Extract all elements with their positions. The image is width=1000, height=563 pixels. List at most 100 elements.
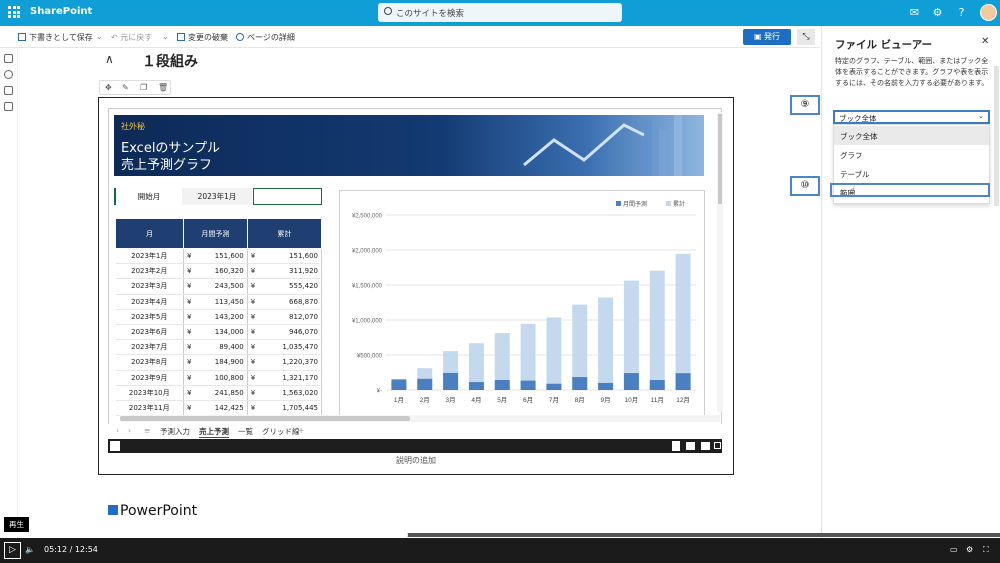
table-cell[interactable]: ¥668,870 — [247, 294, 323, 310]
tab-gridlines[interactable]: グリッド線 — [262, 426, 300, 437]
table-cell[interactable]: ¥151,600 — [247, 248, 323, 265]
caption-input[interactable]: 説明の追加 — [98, 455, 734, 466]
table-cell[interactable]: 2023年2月 — [115, 263, 184, 280]
avatar[interactable] — [980, 4, 997, 21]
sheet-list-icon[interactable]: ≡ — [144, 426, 150, 435]
table-cell[interactable]: 2023年5月 — [115, 309, 184, 325]
comment-icon[interactable] — [4, 54, 13, 63]
table-cell[interactable]: ¥1,705,445 — [247, 400, 323, 416]
duplicate-icon[interactable] — [4, 86, 13, 95]
table-cell[interactable]: ¥812,070 — [247, 309, 323, 325]
collapse-icon[interactable]: ⤡ — [797, 29, 815, 45]
cell-value: 160,320 — [214, 267, 244, 276]
currency-symbol: ¥ — [250, 373, 256, 382]
table-cell[interactable]: ¥1,035,470 — [247, 339, 323, 356]
table-cell[interactable]: ¥160,320 — [183, 263, 248, 280]
table-cell[interactable]: ¥142,425 — [183, 400, 248, 416]
table-cell[interactable]: 2023年7月 — [115, 339, 184, 356]
table-cell[interactable]: 2023年9月 — [115, 370, 184, 386]
panel-scrollbar[interactable] — [994, 66, 999, 206]
table-cell[interactable]: ¥100,800 — [183, 370, 248, 386]
save-dropdown-chevron-icon[interactable]: ⌄ — [96, 32, 103, 41]
table-cell[interactable]: ¥134,000 — [183, 324, 248, 341]
search-input[interactable]: このサイトを検索 — [378, 3, 622, 22]
table-cell[interactable]: ¥946,070 — [247, 324, 323, 341]
stats-icon[interactable] — [701, 442, 710, 450]
collapse-section-chevron-icon[interactable]: ∧ — [105, 52, 114, 66]
table-cell[interactable]: 2023年4月 — [115, 294, 184, 310]
move-icon[interactable]: ✥ — [105, 83, 112, 92]
table-cell[interactable]: ¥151,600 — [183, 248, 248, 265]
close-icon[interactable]: ✕ — [981, 36, 989, 47]
move-icon[interactable] — [4, 70, 13, 79]
tab-list[interactable]: 一覧 — [238, 426, 253, 437]
table-cell[interactable]: ¥1,220,370 — [247, 354, 323, 371]
cell-value: 946,070 — [289, 328, 318, 337]
copy-icon[interactable] — [686, 442, 695, 450]
table-cell[interactable]: ¥243,500 — [183, 278, 248, 295]
start-month-value[interactable]: 2023年1月 — [182, 188, 252, 205]
banner-subtitle: 売上予測グラフ — [121, 158, 213, 173]
save-icon — [18, 33, 26, 41]
prev-sheet-icon[interactable]: ‹ — [116, 426, 119, 435]
sheet-horizontal-scrollbar[interactable] — [120, 415, 720, 422]
table-cell[interactable]: 2023年1月 — [115, 248, 184, 265]
captions-icon[interactable]: ▭ — [950, 545, 958, 554]
option-table[interactable]: テーブル — [834, 164, 989, 183]
table-cell[interactable]: ¥241,850 — [183, 385, 248, 401]
table-cell[interactable]: 2023年11月 — [115, 400, 184, 416]
download-icon[interactable] — [672, 441, 680, 451]
gear-icon[interactable]: ⚙ — [931, 6, 944, 19]
help-icon[interactable]: ? — [955, 6, 968, 19]
table-row: 2023年11月 ¥142,425 ¥1,705,445 — [115, 400, 323, 416]
forecast-chart[interactable]: ¥- ¥500,000 ¥1,000,000 ¥1,500,000 ¥2,000,000… — [339, 190, 705, 417]
play-button[interactable]: ▷ — [4, 542, 21, 559]
app-launcher-icon[interactable] — [8, 6, 20, 18]
fullscreen-icon[interactable]: ⛶ — [983, 545, 989, 555]
cell-value: 142,425 — [214, 403, 244, 412]
powerpoint-heading-text: PowerPoint — [120, 503, 198, 519]
settings-icon[interactable]: ⚙ — [966, 545, 973, 554]
table-cell[interactable]: ¥311,920 — [247, 263, 323, 280]
page-details-button[interactable]: ページの詳細 — [236, 32, 295, 43]
sheet-vertical-scrollbar[interactable] — [717, 112, 723, 412]
brand-name[interactable]: SharePoint — [30, 6, 92, 17]
megaphone-icon[interactable]: ✉ — [908, 6, 921, 19]
video-progress[interactable] — [0, 531, 1000, 539]
table-cell[interactable]: 2023年3月 — [115, 278, 184, 295]
table-cell[interactable]: ¥1,563,020 — [247, 385, 323, 401]
next-sheet-icon[interactable]: › — [128, 426, 131, 435]
scroll-thumb[interactable] — [718, 114, 722, 204]
table-cell[interactable]: 2023年10月 — [115, 385, 184, 401]
x-tick-label: 8月 — [575, 396, 585, 404]
tab-forecast-input[interactable]: 予測入力 — [160, 426, 190, 437]
undo-button[interactable]: ↶ 元に戻す — [111, 32, 152, 43]
discard-button[interactable]: 変更の破棄 — [177, 32, 228, 43]
delete-icon[interactable]: 🗑 — [158, 83, 168, 92]
table-cell[interactable]: ¥555,420 — [247, 278, 323, 295]
cell-value: 241,850 — [214, 388, 244, 397]
add-sheet-button[interactable]: + — [298, 426, 304, 435]
edit-icon[interactable]: ✎ — [122, 83, 129, 92]
table-cell[interactable]: ¥143,200 — [183, 309, 248, 325]
save-draft-button[interactable]: 下書きとして保存 — [18, 32, 93, 43]
table-cell[interactable]: ¥113,450 — [183, 294, 248, 310]
duplicate-icon[interactable]: ❐ — [140, 83, 147, 92]
display-dropdown[interactable]: ブック全体 ⌄ — [833, 110, 990, 124]
currency-symbol: ¥ — [250, 343, 256, 352]
table-cell[interactable]: 2023年8月 — [115, 354, 184, 371]
table-cell[interactable]: ¥1,321,170 — [247, 370, 323, 386]
volume-icon[interactable]: 🔈 — [25, 545, 35, 554]
undo-dropdown-chevron-icon[interactable]: ⌄ — [162, 32, 169, 41]
delete-icon[interactable] — [4, 102, 13, 111]
option-whole-book[interactable]: ブック全体 — [834, 126, 989, 145]
table-cell[interactable]: ¥184,900 — [183, 354, 248, 371]
tab-sales-forecast[interactable]: 売上予測 — [199, 426, 229, 438]
publish-button[interactable]: ▣ 発行 — [743, 29, 791, 45]
table-cell[interactable]: 2023年6月 — [115, 324, 184, 341]
fullscreen-icon[interactable] — [714, 442, 721, 449]
selected-cell[interactable] — [253, 188, 322, 205]
table-cell[interactable]: ¥89,400 — [183, 339, 248, 356]
scroll-thumb[interactable] — [120, 416, 410, 421]
option-chart[interactable]: グラフ — [834, 145, 989, 164]
